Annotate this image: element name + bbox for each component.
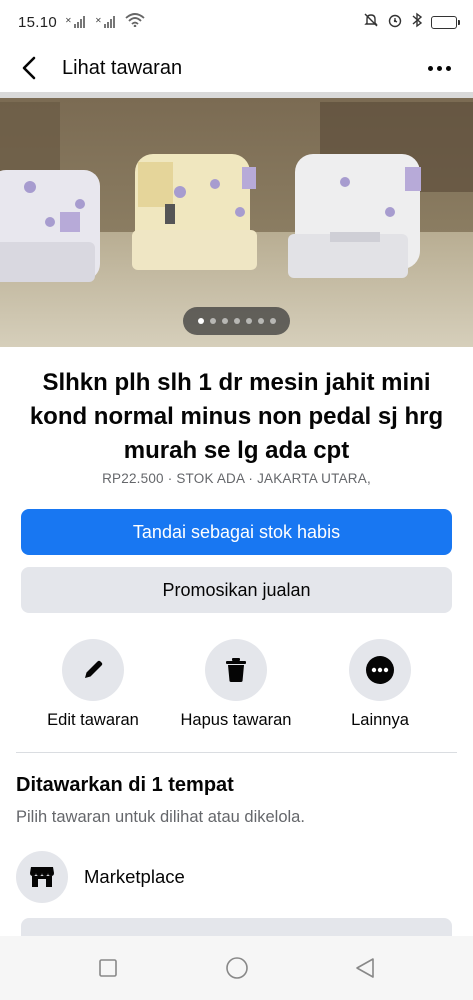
edit-listing-action[interactable]: Edit tawaran bbox=[18, 639, 168, 730]
recent-apps-icon[interactable] bbox=[96, 956, 120, 980]
place-item-marketplace[interactable]: Marketplace bbox=[16, 851, 185, 903]
action-label: Lainnya bbox=[351, 711, 409, 729]
divider bbox=[16, 752, 457, 753]
bluetooth-icon bbox=[411, 12, 423, 32]
page-title: Lihat tawaran bbox=[62, 56, 183, 79]
dot bbox=[445, 65, 451, 71]
screen: 15.10 ✕ ✕ Lihat tawaran Slhkn plh slh 1 … bbox=[0, 0, 473, 1000]
promote-listing-button[interactable]: Promosikan jualan bbox=[21, 567, 452, 613]
action-row: Edit tawaran Hapus tawaran Lainnya bbox=[0, 639, 473, 734]
status-left: 15.10 ✕ ✕ bbox=[18, 13, 145, 31]
photo-pager[interactable] bbox=[183, 307, 290, 335]
svg-text:✕: ✕ bbox=[95, 16, 102, 25]
mute-icon bbox=[363, 12, 379, 32]
section-title: Ditawarkan di 1 tempat bbox=[16, 774, 234, 796]
pager-dot[interactable] bbox=[233, 318, 240, 324]
back-arrow-icon[interactable] bbox=[6, 44, 54, 92]
app-header: Lihat tawaran bbox=[0, 44, 473, 92]
signal-x-icon: ✕ bbox=[65, 15, 87, 29]
alarm-icon bbox=[387, 12, 403, 32]
wifi-icon bbox=[125, 13, 145, 31]
trash-icon[interactable] bbox=[205, 639, 267, 701]
pager-dot[interactable] bbox=[245, 318, 252, 324]
section-subtitle: Pilih tawaran untuk dilihat atau dikelol… bbox=[16, 808, 305, 826]
dot bbox=[436, 65, 442, 71]
status-time: 15.10 bbox=[18, 13, 58, 31]
back-icon[interactable] bbox=[353, 956, 377, 980]
battery-icon bbox=[431, 15, 460, 29]
mark-sold-button[interactable]: Tandai sebagai stok habis bbox=[21, 509, 452, 555]
delete-listing-action[interactable]: Hapus tawaran bbox=[161, 639, 311, 730]
pager-dot[interactable] bbox=[269, 318, 276, 324]
listing-title: Slhkn plh slh 1 dr mesin jahit mini kond… bbox=[29, 369, 444, 464]
pager-dot[interactable] bbox=[221, 318, 228, 324]
machine-left bbox=[0, 170, 100, 282]
svg-text:✕: ✕ bbox=[65, 16, 72, 25]
more-dots-icon[interactable] bbox=[419, 48, 459, 88]
place-label: Marketplace bbox=[84, 866, 185, 887]
pencil-icon[interactable] bbox=[62, 639, 124, 701]
pager-dot[interactable] bbox=[197, 318, 204, 324]
marketplace-shop-icon bbox=[16, 851, 68, 903]
action-label: Edit tawaran bbox=[47, 711, 139, 729]
machine-middle bbox=[132, 154, 257, 270]
more-icon[interactable] bbox=[349, 639, 411, 701]
system-nav-bar bbox=[0, 936, 473, 1000]
dot bbox=[427, 65, 433, 71]
action-label: Hapus tawaran bbox=[180, 711, 292, 729]
pager-dot[interactable] bbox=[209, 318, 216, 324]
status-right bbox=[363, 12, 460, 32]
signal-x-icon: ✕ bbox=[95, 15, 117, 29]
status-bar: 15.10 ✕ ✕ bbox=[0, 0, 473, 44]
machine-right bbox=[288, 154, 421, 278]
home-icon[interactable] bbox=[225, 956, 249, 980]
pager-dot[interactable] bbox=[257, 318, 264, 324]
listing-meta: RP22.500 · STOK ADA · JAKARTA UTARA, bbox=[102, 471, 371, 486]
more-options-action[interactable]: Lainnya bbox=[305, 639, 455, 730]
